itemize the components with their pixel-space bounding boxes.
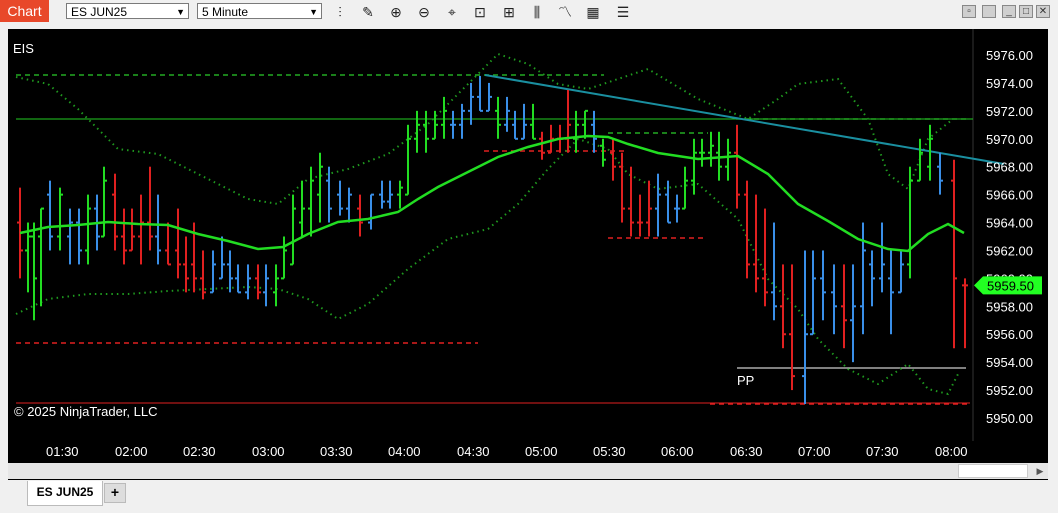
strategies-icon[interactable]: 〽 — [555, 3, 575, 21]
x-axis-tick-label: 04:00 — [388, 444, 421, 459]
templates-icon[interactable]: ☰ — [613, 3, 633, 21]
x-axis-tick-label: 04:30 — [457, 444, 490, 459]
crosshair-icon[interactable]: ⌖ — [442, 3, 462, 21]
zoom-in-icon[interactable]: ⊕ — [386, 3, 406, 21]
last-price-label: 5959.50 — [987, 278, 1034, 293]
x-axis-tick-label: 03:00 — [252, 444, 285, 459]
instrument-value: ES JUN25 — [71, 5, 128, 19]
add-tab-button[interactable]: + — [104, 483, 126, 503]
x-axis-tick-label: 05:30 — [593, 444, 626, 459]
zoom-out-icon[interactable]: ⊖ — [414, 3, 434, 21]
maximize-icon[interactable]: □ — [1019, 5, 1033, 18]
x-axis-tick-label: 05:00 — [525, 444, 558, 459]
indicators-icon[interactable]: ⫼ — [527, 3, 547, 21]
x-axis-tick-label: 02:30 — [183, 444, 216, 459]
y-axis-tick-label: 5956.00 — [986, 327, 1033, 342]
y-axis-tick-label: 5976.00 — [986, 48, 1033, 63]
x-axis-tick-label: 08:00 — [935, 444, 968, 459]
y-axis-tick-label: 5950.00 — [986, 411, 1033, 426]
y-axis-tick-label: 5972.00 — [986, 104, 1033, 119]
data-box-icon[interactable]: ⊡ — [470, 3, 490, 21]
x-axis-tick-label: 03:30 — [320, 444, 353, 459]
copyright-text: © 2025 NinjaTrader, LLC — [14, 404, 158, 419]
y-axis-tick-label: 5952.00 — [986, 383, 1033, 398]
lower-band — [15, 137, 959, 396]
x-axis-tick-label: 07:30 — [866, 444, 899, 459]
x-axis-tick-label: 07:00 — [798, 444, 831, 459]
bar-type-icon[interactable]: ⫶ — [330, 3, 350, 21]
y-axis-tick-label: 5974.00 — [986, 76, 1033, 91]
y-axis-tick-label: 5964.00 — [986, 216, 1033, 231]
properties-icon[interactable]: ▦ — [583, 3, 603, 21]
app-title: Chart — [0, 0, 49, 22]
tab-es-jun25[interactable]: ES JUN25 — [27, 481, 103, 506]
y-axis-tick-label: 5958.00 — [986, 299, 1033, 314]
minimize-icon[interactable]: _ — [1002, 5, 1016, 18]
chevron-down-icon: ▼ — [176, 7, 185, 17]
x-axis-tick-label: 01:30 — [46, 444, 79, 459]
scroll-right-icon[interactable]: ▶ — [1034, 464, 1046, 478]
chart-trader-icon[interactable]: ⊞ — [499, 3, 519, 21]
y-axis-tick-label: 5968.00 — [986, 160, 1033, 175]
x-axis-tick-label: 06:30 — [730, 444, 763, 459]
x-axis-tick-label: 02:00 — [115, 444, 148, 459]
chart-panel[interactable]: EIS © 2025 NinjaTrader, LLC PP 5976.00 59… — [8, 29, 1048, 481]
price-chart[interactable]: EIS © 2025 NinjaTrader, LLC PP 5976.00 59… — [8, 29, 1048, 463]
pivot-label: PP — [737, 373, 754, 388]
chevron-down-icon: ▼ — [309, 7, 318, 17]
y-axis-tick-label: 5970.00 — [986, 132, 1033, 147]
upper-band — [15, 52, 954, 206]
draw-pencil-icon[interactable]: ✎ — [358, 3, 378, 21]
snap-icon[interactable] — [982, 5, 996, 18]
y-axis-tick-label: 5966.00 — [986, 188, 1033, 203]
interval-select[interactable]: 5 Minute ▼ — [197, 3, 322, 19]
y-axis-tick-label: 5954.00 — [986, 355, 1033, 370]
x-axis-tick-label: 06:00 — [661, 444, 694, 459]
y-axis-tick-label: 5962.00 — [986, 243, 1033, 258]
close-icon[interactable]: ✕ — [1036, 5, 1050, 18]
moving-average-line — [19, 134, 965, 253]
interval-value: 5 Minute — [202, 5, 249, 19]
restore-icon[interactable]: ▫ — [962, 5, 976, 18]
tab-bar: ES JUN25 + — [0, 480, 1058, 513]
scroll-thumb[interactable] — [958, 464, 1028, 478]
instrument-select[interactable]: ES JUN25 ▼ — [66, 3, 189, 19]
title-bar: Chart ES JUN25 ▼ 5 Minute ▼ ⫶ ✎ ⊕ ⊖ ⌖ ⊡ … — [0, 0, 1058, 24]
symbol-label: EIS — [13, 41, 34, 56]
horizontal-scrollbar[interactable]: ▶ — [8, 463, 1048, 479]
